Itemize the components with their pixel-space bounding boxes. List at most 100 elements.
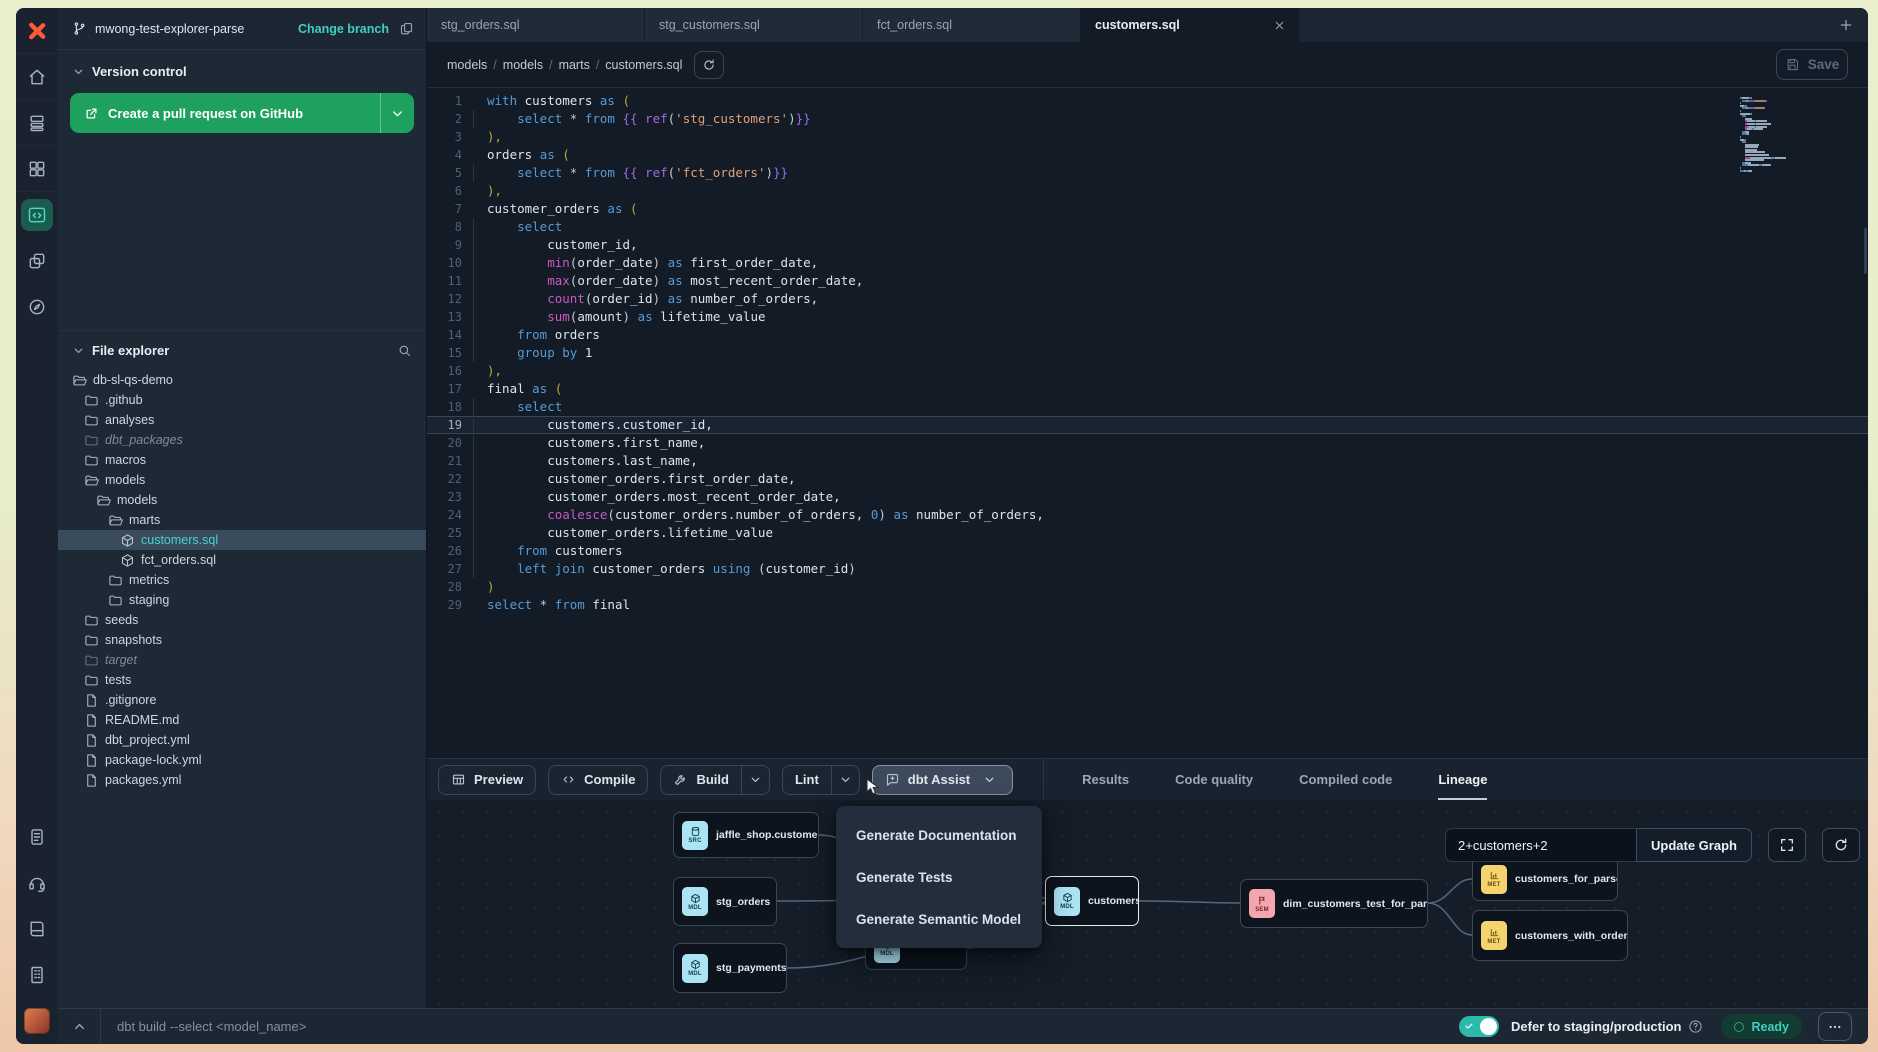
tree-item-models[interactable]: models	[58, 470, 426, 490]
explore-icon[interactable]	[16, 284, 58, 330]
menu-item-generate-semantic-model[interactable]: Generate Semantic Model	[836, 898, 1042, 940]
code-line-18[interactable]: 18 select	[427, 398, 1868, 416]
refresh-graph-button[interactable]	[1822, 828, 1860, 862]
breadcrumb-part[interactable]: marts	[559, 58, 590, 72]
jobs-icon[interactable]	[16, 814, 58, 860]
more-options-button[interactable]	[1818, 1012, 1852, 1041]
menu-item-generate-tests[interactable]: Generate Tests	[836, 856, 1042, 898]
compile-button[interactable]: Compile	[548, 765, 648, 795]
editor-minimap[interactable]	[1738, 95, 1802, 174]
code-line-6[interactable]: 6),	[427, 182, 1868, 200]
code-line-10[interactable]: 10 min(order_date) as first_order_date,	[427, 254, 1868, 272]
editor-tab-stg_orders-sql[interactable]: stg_orders.sql	[427, 8, 645, 42]
lineage-node-stg_orders[interactable]: MDLstg_orders	[673, 877, 777, 926]
code-line-13[interactable]: 13 sum(amount) as lifetime_value	[427, 308, 1868, 326]
tree-item-marts[interactable]: marts	[58, 510, 426, 530]
dbt-logo-icon[interactable]	[16, 8, 58, 54]
tree-item-staging[interactable]: staging	[58, 590, 426, 610]
save-button[interactable]: Save	[1776, 49, 1848, 80]
lineage-filter-input[interactable]: 2+customers+2	[1445, 828, 1636, 862]
tab-compiled-code[interactable]: Compiled code	[1299, 759, 1392, 801]
tree-item-packages-yml[interactable]: packages.yml	[58, 770, 426, 790]
editor-tab-customers-sql[interactable]: customers.sql	[1081, 8, 1299, 42]
preview-button[interactable]: Preview	[438, 765, 536, 795]
account-icon[interactable]	[16, 952, 58, 998]
change-branch-link[interactable]: Change branch	[298, 22, 389, 36]
code-line-3[interactable]: 3),	[427, 128, 1868, 146]
tree-item-dbt-project-yml[interactable]: dbt_project.yml	[58, 730, 426, 750]
pr-dropdown-caret[interactable]	[380, 93, 414, 133]
chevron-down-icon[interactable]	[831, 766, 859, 794]
dbt-assist-button[interactable]: dbt Assist	[872, 765, 1013, 795]
code-editor[interactable]: 1with customers as (2 select * from {{ r…	[427, 88, 1868, 758]
lineage-node-customers_with_orders[interactable]: METcustomers_with_orders	[1472, 910, 1628, 961]
tree-item-metrics[interactable]: metrics	[58, 570, 426, 590]
environments-icon[interactable]	[16, 238, 58, 284]
code-line-4[interactable]: 4orders as (	[427, 146, 1868, 164]
code-lines[interactable]: 1with customers as (2 select * from {{ r…	[427, 92, 1868, 614]
tree-item--gitignore[interactable]: .gitignore	[58, 690, 426, 710]
breadcrumb-part[interactable]: customers.sql	[605, 58, 682, 72]
breadcrumb-part[interactable]: models	[447, 58, 487, 72]
editor-tab-fct_orders-sql[interactable]: fct_orders.sql	[863, 8, 1081, 42]
code-line-5[interactable]: 5 select * from {{ ref('fct_orders')}}	[427, 164, 1868, 182]
code-line-25[interactable]: 25 customer_orders.lifetime_value	[427, 524, 1868, 542]
build-button[interactable]: Build	[660, 765, 770, 795]
code-line-27[interactable]: 27 left join customer_orders using (cust…	[427, 560, 1868, 578]
code-line-23[interactable]: 23 customer_orders.most_recent_order_dat…	[427, 488, 1868, 506]
tree-item--github[interactable]: .github	[58, 390, 426, 410]
dashboard-icon[interactable]	[16, 146, 58, 192]
editor-scrollbar[interactable]	[1864, 228, 1867, 274]
code-line-9[interactable]: 9 customer_id,	[427, 236, 1868, 254]
code-line-1[interactable]: 1with customers as (	[427, 92, 1868, 110]
tree-item-target[interactable]: target	[58, 650, 426, 670]
lineage-node-stg_payments[interactable]: MDLstg_payments	[673, 943, 787, 993]
lineage-node-customers[interactable]: MDLcustomers	[1045, 876, 1139, 926]
tree-item-dbt-packages[interactable]: dbt_packages	[58, 430, 426, 450]
chevron-down-icon[interactable]	[741, 766, 769, 794]
code-line-15[interactable]: 15 group by 1	[427, 344, 1868, 362]
editor-tab-stg_customers-sql[interactable]: stg_customers.sql	[645, 8, 863, 42]
code-line-8[interactable]: 8 select	[427, 218, 1868, 236]
help-icon[interactable]	[1688, 1019, 1703, 1034]
update-graph-button[interactable]: Update Graph	[1636, 828, 1752, 862]
version-control-header[interactable]: Version control	[58, 50, 426, 87]
lineage-node-jaffle_shop_customers[interactable]: SRCjaffle_shop.customers	[673, 812, 819, 858]
model-actions-button[interactable]	[694, 51, 724, 79]
projects-icon[interactable]	[16, 100, 58, 146]
docs-icon[interactable]	[16, 906, 58, 952]
lint-button[interactable]: Lint	[782, 765, 860, 795]
search-icon[interactable]	[397, 343, 412, 358]
code-line-16[interactable]: 16),	[427, 362, 1868, 380]
code-line-14[interactable]: 14 from orders	[427, 326, 1868, 344]
code-line-7[interactable]: 7customer_orders as (	[427, 200, 1868, 218]
new-tab-button[interactable]	[1838, 17, 1854, 33]
code-line-29[interactable]: 29select * from final	[427, 596, 1868, 614]
create-pr-button[interactable]: Create a pull request on GitHub	[70, 93, 414, 133]
defer-toggle[interactable]	[1459, 1016, 1499, 1037]
fullscreen-button[interactable]	[1768, 828, 1806, 862]
close-icon[interactable]	[1273, 19, 1286, 32]
code-line-21[interactable]: 21 customers.last_name,	[427, 452, 1868, 470]
ide-icon[interactable]	[16, 192, 58, 238]
copy-icon[interactable]	[399, 21, 414, 36]
code-line-2[interactable]: 2 select * from {{ ref('stg_customers')}…	[427, 110, 1868, 128]
support-icon[interactable]	[16, 860, 58, 906]
lineage-node-dim_customers_test_for_parse[interactable]: SEMdim_customers_test_for_parse	[1240, 879, 1428, 928]
home-icon[interactable]	[16, 54, 58, 100]
code-line-26[interactable]: 26 from customers	[427, 542, 1868, 560]
tree-item-macros[interactable]: macros	[58, 450, 426, 470]
tree-item-tests[interactable]: tests	[58, 670, 426, 690]
menu-item-generate-documentation[interactable]: Generate Documentation	[836, 814, 1042, 856]
tree-item-snapshots[interactable]: snapshots	[58, 630, 426, 650]
command-bar-collapse-button[interactable]	[58, 1009, 101, 1044]
file-explorer-header[interactable]: File explorer	[58, 330, 426, 364]
tree-item-customers-sql[interactable]: customers.sql	[58, 530, 426, 550]
code-line-28[interactable]: 28)	[427, 578, 1868, 596]
lineage-node-customers_for_parse[interactable]: METcustomers_for_parse	[1472, 857, 1618, 901]
code-line-24[interactable]: 24 coalesce(customer_orders.number_of_or…	[427, 506, 1868, 524]
tab-code-quality[interactable]: Code quality	[1175, 759, 1253, 801]
tree-item-fct-orders-sql[interactable]: fct_orders.sql	[58, 550, 426, 570]
command-input[interactable]: dbt build --select <model_name>	[101, 1019, 306, 1034]
code-line-19[interactable]: 19 customers.customer_id,	[427, 416, 1868, 434]
